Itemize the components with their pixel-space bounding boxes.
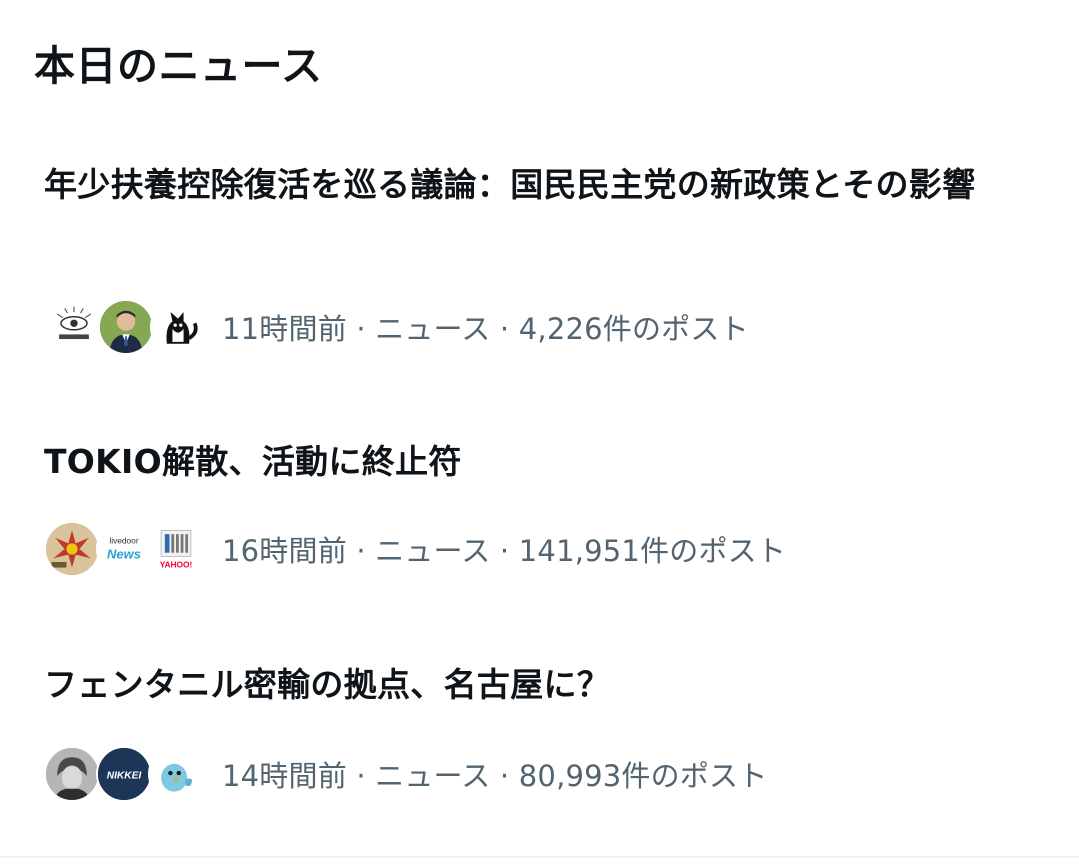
news-meta: NIKKEI 14時間前 · ニュース · 80,993件のポスト	[44, 744, 767, 804]
explosion-avatar	[44, 521, 100, 577]
news-meta: livedoor News YAHOO! 16時間前 · ニュース · 141,…	[44, 519, 786, 579]
eye-logo-avatar	[46, 299, 102, 355]
cat-avatar	[150, 299, 206, 355]
news-headline[interactable]: 年少扶養控除復活を巡る議論：国民民主党の新政策とその影響	[44, 160, 1034, 210]
news-meta: 11時間前 · ニュース · 4,226件のポスト	[44, 297, 749, 357]
livedoor-bottom-label: News	[107, 546, 141, 561]
section-title: 本日のニュース	[34, 42, 323, 90]
person-photo-avatar	[44, 746, 100, 802]
news-headline[interactable]: TOKIO解散、活動に終止符	[44, 437, 1034, 487]
nikkei-label: NIKKEI	[107, 771, 143, 782]
livedoor-top-label: livedoor	[109, 535, 138, 545]
news-meta-text: 16時間前 · ニュース · 141,951件のポスト	[222, 534, 787, 568]
yahoo-news-avatar: YAHOO!	[148, 521, 204, 577]
yahoo-label: YAHOO!	[160, 560, 193, 570]
news-meta-text: 11時間前 · ニュース · 4,226件のポスト	[222, 312, 749, 346]
avatar-stack	[44, 297, 216, 357]
man-portrait-avatar	[98, 299, 154, 355]
bottom-divider	[0, 856, 1079, 858]
news-headline[interactable]: フェンタニル密輸の拠点、名古屋に？	[44, 660, 1034, 710]
blue-bird-avatar	[148, 746, 204, 802]
news-item[interactable]: 年少扶養控除復活を巡る議論：国民民主党の新政策とその影響 11時間前 · ニュー…	[0, 155, 1079, 375]
news-page: 本日のニュース 年少扶養控除復活を巡る議論：国民民主党の新政策とその影響 11時…	[0, 0, 1079, 868]
avatar-stack: NIKKEI	[44, 744, 216, 804]
nikkei-avatar: NIKKEI	[96, 746, 152, 802]
avatar-stack: livedoor News YAHOO!	[44, 519, 216, 579]
news-item[interactable]: TOKIO解散、活動に終止符 livedoor News YAHOO! 16時間…	[0, 435, 1079, 595]
news-meta-text: 14時間前 · ニュース · 80,993件のポスト	[222, 759, 768, 793]
news-item[interactable]: フェンタニル密輸の拠点、名古屋に？ NIKKEI 14時間前 · ニュース · …	[0, 660, 1079, 820]
livedoor-news-avatar: livedoor News	[96, 521, 152, 577]
